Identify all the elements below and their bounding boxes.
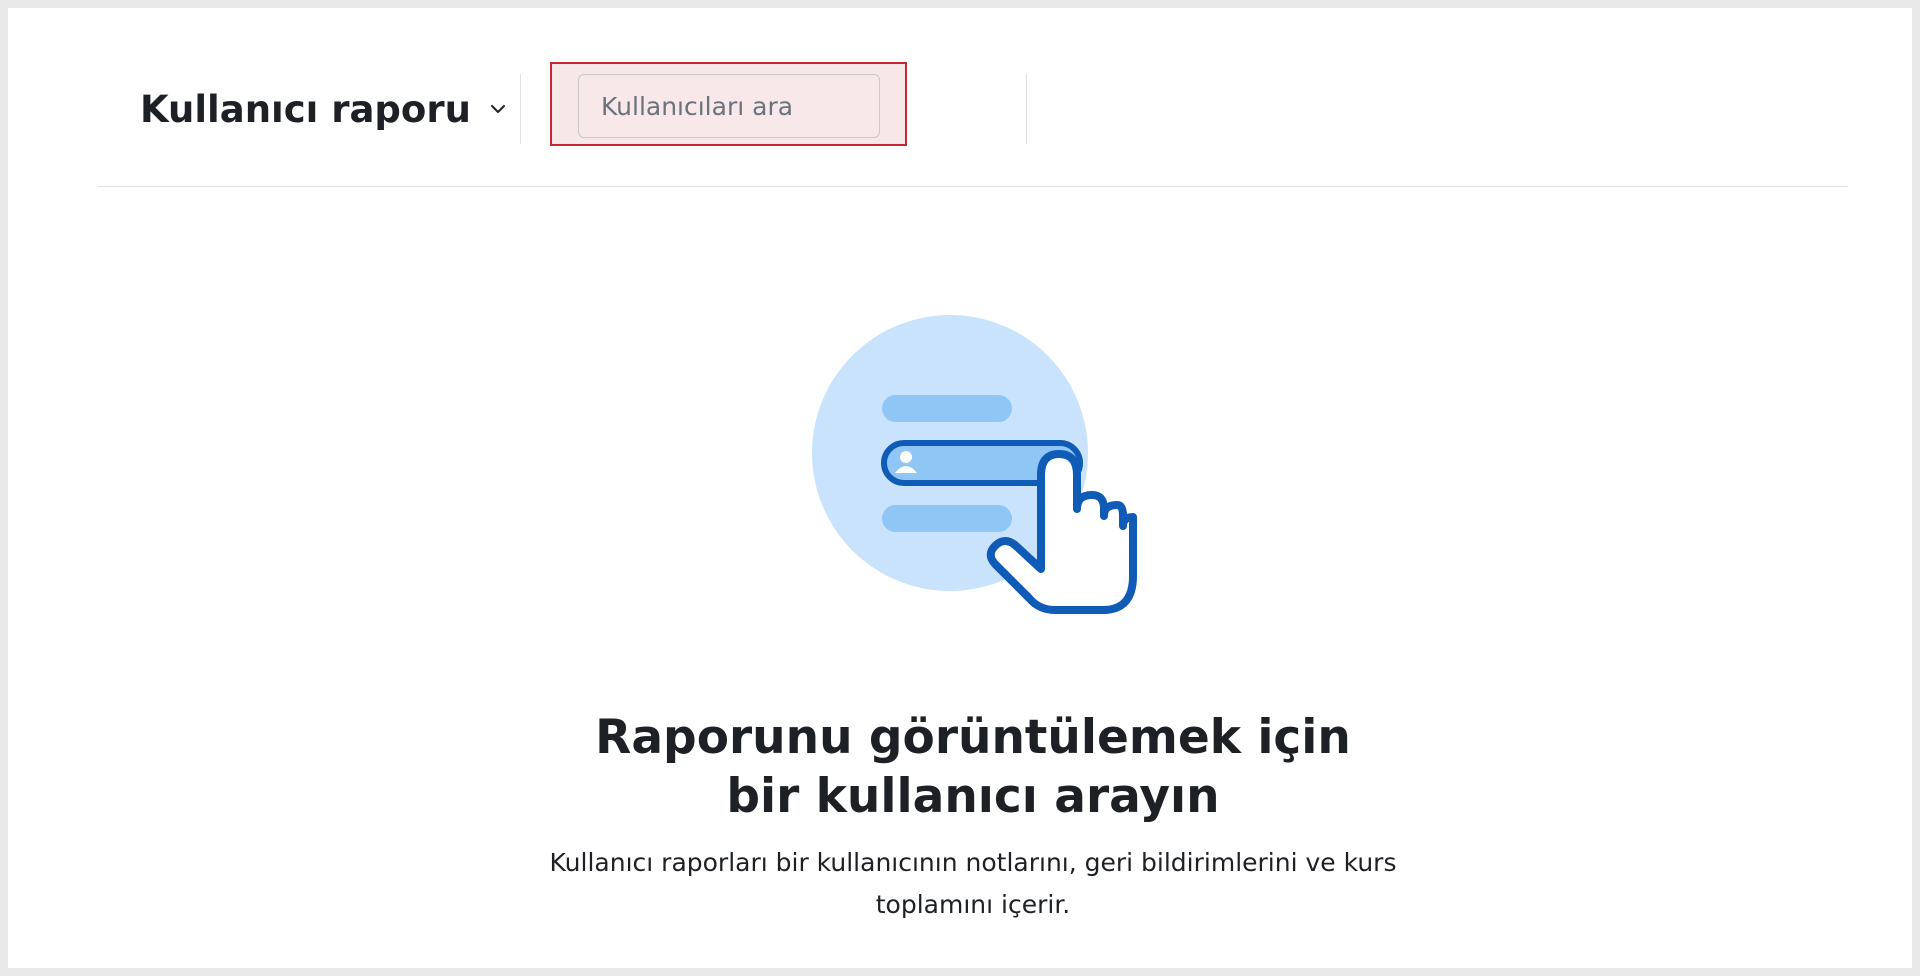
report-title: Kullanıcı raporu	[140, 87, 471, 131]
chevron-down-icon	[487, 98, 509, 120]
empty-state-title: Raporunu görüntülemek için bir kullanıcı…	[595, 710, 1351, 824]
header-divider-left	[520, 74, 521, 144]
report-header: Kullanıcı raporu	[98, 8, 1848, 187]
user-search-illustration-icon	[808, 314, 1138, 624]
report-selector-dropdown[interactable]: Kullanıcı raporu	[140, 84, 509, 134]
search-highlight	[550, 62, 907, 146]
report-panel: Kullanıcı raporu Raporunu görüntülemek i…	[8, 8, 1912, 968]
search-users-input[interactable]	[578, 74, 880, 138]
empty-state-description: Kullanıcı raporları bir kullanıcının not…	[549, 848, 1397, 919]
header-divider-right	[1026, 74, 1027, 144]
